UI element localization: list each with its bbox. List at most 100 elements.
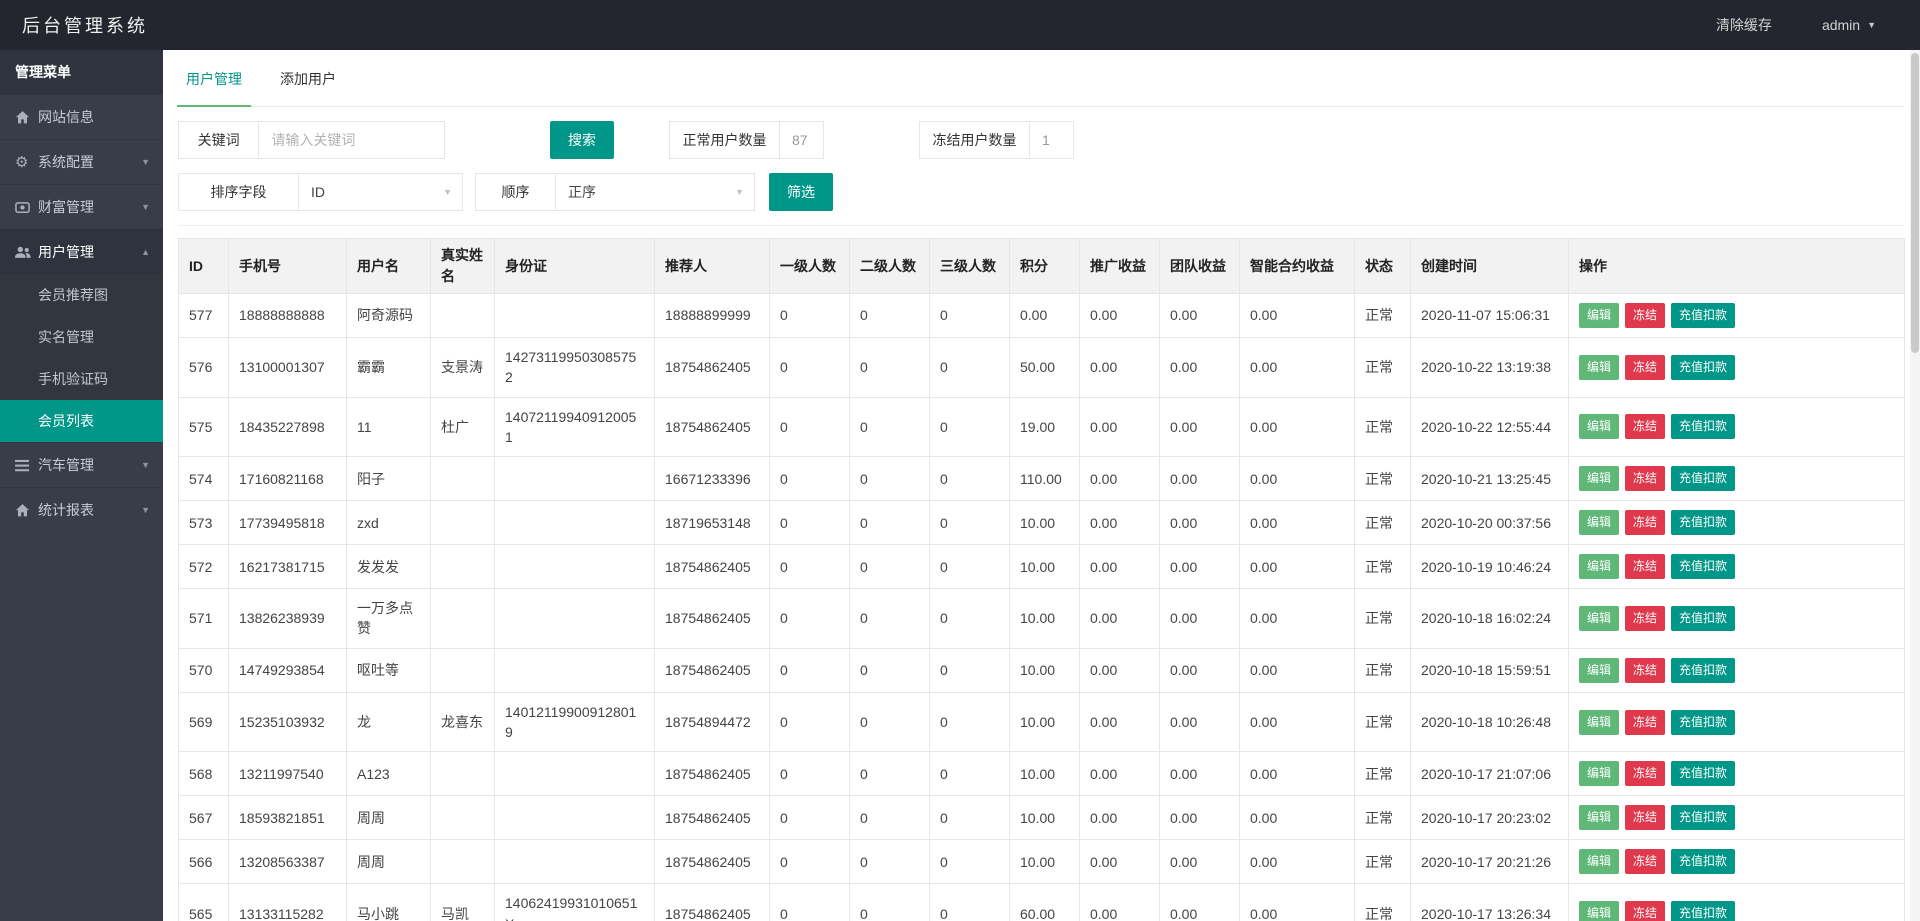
- recharge-deduct-button[interactable]: 充值扣款: [1671, 466, 1735, 491]
- sidebar-submenu: 会员推荐图 实名管理 手机验证码 会员列表: [0, 274, 163, 442]
- table-cell: 2020-10-19 10:46:24: [1411, 545, 1569, 589]
- table-cell: 2020-10-18 10:26:48: [1411, 692, 1569, 752]
- freeze-button[interactable]: 冻结: [1625, 414, 1665, 439]
- clear-cache-button[interactable]: 清除缓存: [1716, 15, 1772, 35]
- recharge-deduct-button[interactable]: 充值扣款: [1671, 303, 1735, 328]
- table-cell: 18754862405: [655, 796, 770, 840]
- freeze-button[interactable]: 冻结: [1625, 466, 1665, 491]
- recharge-deduct-button[interactable]: 充值扣款: [1671, 805, 1735, 830]
- table-cell: [431, 840, 495, 884]
- edit-button[interactable]: 编辑: [1579, 658, 1619, 683]
- user-menu[interactable]: admin ▼: [1822, 17, 1876, 33]
- filter-button[interactable]: 筛选: [769, 173, 833, 211]
- recharge-deduct-button[interactable]: 充值扣款: [1671, 554, 1735, 579]
- order-select[interactable]: 正序 ▼: [556, 174, 754, 210]
- sidebar-item-car-mgmt[interactable]: 汽车管理 ▼: [0, 442, 163, 487]
- freeze-button[interactable]: 冻结: [1625, 355, 1665, 380]
- recharge-deduct-button[interactable]: 充值扣款: [1671, 849, 1735, 874]
- sidebar-subitem-phone-captcha[interactable]: 手机验证码: [0, 358, 163, 400]
- recharge-deduct-button[interactable]: 充值扣款: [1671, 761, 1735, 786]
- column-header: 智能合约收益: [1240, 239, 1355, 294]
- table-cell: 0.00: [1240, 338, 1355, 398]
- table-cell: 正常: [1355, 457, 1411, 501]
- table-cell: 0: [850, 457, 930, 501]
- search-button[interactable]: 搜索: [550, 121, 614, 159]
- table-cell: 0.00: [1240, 692, 1355, 752]
- sidebar-subitem-realname-mgmt[interactable]: 实名管理: [0, 316, 163, 358]
- page-scrollbar[interactable]: [1910, 50, 1920, 921]
- edit-button[interactable]: 编辑: [1579, 606, 1619, 631]
- table-cell: 0: [770, 589, 850, 649]
- main-content: 用户管理添加用户 关键词 搜索 正常用户数量 87 冻结用户数量 1 排序字段 …: [163, 50, 1920, 921]
- table-cell: 发发发: [347, 545, 431, 589]
- edit-button[interactable]: 编辑: [1579, 554, 1619, 579]
- sidebar-item-wealth-mgmt[interactable]: 财富管理 ▼: [0, 184, 163, 229]
- recharge-deduct-button[interactable]: 充值扣款: [1671, 606, 1735, 631]
- table-cell: 0: [850, 796, 930, 840]
- edit-button[interactable]: 编辑: [1579, 849, 1619, 874]
- menu-icon: [15, 459, 38, 472]
- table-cell: 0: [770, 457, 850, 501]
- recharge-deduct-button[interactable]: 充值扣款: [1671, 658, 1735, 683]
- table-cell: 0.00: [1160, 338, 1240, 398]
- sidebar-item-site-info[interactable]: 网站信息: [0, 94, 163, 139]
- sort-field-select[interactable]: ID ▼: [299, 174, 462, 210]
- freeze-button[interactable]: 冻结: [1625, 510, 1665, 535]
- table-cell: 13826238939: [229, 589, 347, 649]
- table-cell: 0: [930, 692, 1010, 752]
- scrollbar-thumb[interactable]: [1911, 53, 1919, 353]
- edit-button[interactable]: 编辑: [1579, 710, 1619, 735]
- keyword-input[interactable]: [259, 122, 444, 158]
- tab-bar: 用户管理添加用户: [178, 50, 1905, 107]
- normal-users-label: 正常用户数量: [670, 122, 780, 158]
- freeze-button[interactable]: 冻结: [1625, 849, 1665, 874]
- freeze-button[interactable]: 冻结: [1625, 606, 1665, 631]
- table-cell: [431, 545, 495, 589]
- tab-user-management[interactable]: 用户管理: [183, 69, 245, 106]
- table-cell: 0.00: [1240, 545, 1355, 589]
- recharge-deduct-button[interactable]: 充值扣款: [1671, 510, 1735, 535]
- freeze-button[interactable]: 冻结: [1625, 901, 1665, 921]
- table-cell: 0: [850, 692, 930, 752]
- freeze-button[interactable]: 冻结: [1625, 554, 1665, 579]
- freeze-button[interactable]: 冻结: [1625, 761, 1665, 786]
- sidebar: 管理菜单 网站信息 ⚙ 系统配置 ▼ 财富管理 ▼ 用户管理 ▲ 会员推荐图 实…: [0, 50, 163, 921]
- recharge-deduct-button[interactable]: 充值扣款: [1671, 901, 1735, 921]
- recharge-deduct-button[interactable]: 充值扣款: [1671, 355, 1735, 380]
- edit-button[interactable]: 编辑: [1579, 761, 1619, 786]
- table-cell: 14062419931010651X: [495, 884, 655, 921]
- edit-button[interactable]: 编辑: [1579, 805, 1619, 830]
- table-row: 57014749293854呕吐等1875486240500010.000.00…: [179, 648, 1905, 692]
- normal-users-value: 87: [780, 122, 808, 158]
- table-cell: 10.00: [1010, 545, 1080, 589]
- sidebar-subitem-member-referral-map[interactable]: 会员推荐图: [0, 274, 163, 316]
- sidebar-item-stats-report[interactable]: 统计报表 ▼: [0, 487, 163, 532]
- edit-button[interactable]: 编辑: [1579, 303, 1619, 328]
- table-cell: 0: [850, 884, 930, 921]
- edit-button[interactable]: 编辑: [1579, 355, 1619, 380]
- chevron-down-icon: ▼: [141, 157, 150, 167]
- table-cell: 正常: [1355, 752, 1411, 796]
- table-cell: 0.00: [1160, 692, 1240, 752]
- edit-button[interactable]: 编辑: [1579, 510, 1619, 535]
- sidebar-item-system-config[interactable]: ⚙ 系统配置 ▼: [0, 139, 163, 184]
- edit-button[interactable]: 编辑: [1579, 466, 1619, 491]
- table-cell: 0.00: [1160, 884, 1240, 921]
- freeze-button[interactable]: 冻结: [1625, 658, 1665, 683]
- recharge-deduct-button[interactable]: 充值扣款: [1671, 414, 1735, 439]
- sidebar-item-user-mgmt[interactable]: 用户管理 ▲: [0, 229, 163, 274]
- tab-add-user[interactable]: 添加用户: [277, 69, 339, 106]
- freeze-button[interactable]: 冻结: [1625, 303, 1665, 328]
- table-cell: [431, 648, 495, 692]
- sidebar-subitem-member-list[interactable]: 会员列表: [0, 400, 163, 442]
- home-icon: [15, 110, 38, 125]
- freeze-button[interactable]: 冻结: [1625, 805, 1665, 830]
- column-header: 推荐人: [655, 239, 770, 294]
- table-header-row: ID手机号用户名真实姓名身份证推荐人一级人数二级人数三级人数积分推广收益团队收益…: [179, 239, 1905, 294]
- edit-button[interactable]: 编辑: [1579, 414, 1619, 439]
- recharge-deduct-button[interactable]: 充值扣款: [1671, 710, 1735, 735]
- sort-field-group: 排序字段 ID ▼: [178, 173, 463, 211]
- column-header: 推广收益: [1080, 239, 1160, 294]
- freeze-button[interactable]: 冻结: [1625, 710, 1665, 735]
- edit-button[interactable]: 编辑: [1579, 901, 1619, 921]
